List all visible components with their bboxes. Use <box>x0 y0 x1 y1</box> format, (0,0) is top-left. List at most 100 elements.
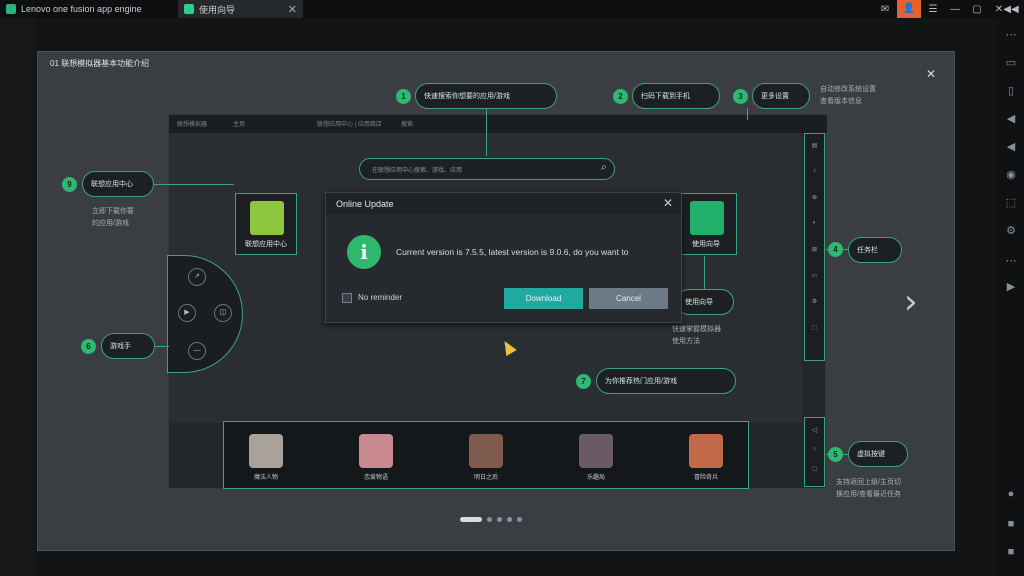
no-reminder-label[interactable]: No reminder <box>358 293 402 302</box>
callout-gamepad: 游戏手 <box>101 333 155 359</box>
callout-number: 5 <box>828 447 843 462</box>
guide-title: 01 联想模拟器基本功能介绍 <box>50 59 150 68</box>
no-reminder-checkbox[interactable] <box>342 293 352 303</box>
connector-line <box>154 184 234 185</box>
maximize-icon[interactable]: ▢ <box>966 4 988 15</box>
dialog-title: Online Update <box>336 199 394 209</box>
page-dot-active[interactable] <box>460 517 482 522</box>
game-item[interactable]: 恋爱物语 <box>346 434 406 481</box>
right-sidebar: ⋯ ▭ ▯ ◀ ◀ ◉ ⬚ ⚙ ⋯ ▶ ● ■ ■ <box>998 18 1024 576</box>
preview-search-placeholder: 在联想应用中心搜索、游戏、应用 <box>372 168 463 174</box>
dialog-close-icon[interactable]: ✕ <box>663 196 673 210</box>
preview-nav-keys: ◁ ○ □ <box>804 417 825 487</box>
guide-tile[interactable]: 使用向导 <box>675 193 737 255</box>
location-icon[interactable]: ⬚ <box>998 196 1024 209</box>
minimize-icon[interactable]: — <box>944 4 966 15</box>
cancel-button[interactable]: Cancel <box>589 288 668 309</box>
app-center-icon <box>250 201 284 235</box>
recents-icon[interactable]: ■ <box>998 546 1024 558</box>
preview-search-input[interactable]: 在联想应用中心搜索、游戏、应用 ⌕ <box>359 158 615 180</box>
callout-guide-desc: 快速掌握模拟器 使用方法 <box>672 326 721 345</box>
back-icon[interactable]: ● <box>998 488 1024 500</box>
app-logo-icon <box>6 4 16 14</box>
user-icon[interactable]: 👤 <box>897 0 921 18</box>
callout-number: 6 <box>81 339 96 354</box>
menu-icon[interactable]: ☰ <box>922 4 944 15</box>
callout-number: 2 <box>613 89 628 104</box>
preview-tabs: 联想模拟器 主页 联想应用中心 | 应用商店 搜索 <box>169 115 827 133</box>
connector-line <box>486 108 487 156</box>
nav-recents-icon[interactable]: □ <box>805 466 824 473</box>
game-item[interactable]: 乐趣局 <box>566 434 626 481</box>
preview-taskbar: ▤ ♪ ⊕ ◐ ⊠ ▭ ⚙ ⬚ <box>804 133 825 361</box>
callout-virtual-keys: 虚拟按键 <box>848 441 908 467</box>
tb-icon-8[interactable]: ⬚ <box>805 324 824 331</box>
app-center-tile[interactable]: 联想应用中心 <box>235 193 297 255</box>
dialog-message: Current version is 7.5.5, latest version… <box>396 247 629 257</box>
page-dot[interactable] <box>487 517 492 522</box>
download-button[interactable]: Download <box>504 288 583 309</box>
callout-search: 快速搜索你想要的应用/游戏 <box>415 83 557 109</box>
preview-tab-2: 主页 <box>233 122 246 128</box>
volume-up-icon[interactable]: ◀ <box>998 140 1024 153</box>
game-thumbnail <box>579 434 613 468</box>
online-update-dialog: Online Update ✕ i Current version is 7.5… <box>325 192 682 323</box>
tb-icon-2[interactable]: ♪ <box>805 168 824 174</box>
page-dot[interactable] <box>517 517 522 522</box>
tb-icon-1[interactable]: ▤ <box>805 142 824 149</box>
device-icon[interactable]: ◀ <box>998 112 1024 125</box>
nav-back-icon[interactable]: ◁ <box>805 426 824 434</box>
page-indicator <box>460 517 522 522</box>
callout-recommend: 为你推荐热门应用/游戏 <box>596 368 736 394</box>
gamepad-key-icon: ↗ <box>188 268 206 286</box>
callout-number: 9 <box>62 177 77 192</box>
tb-icon-4[interactable]: ◐ <box>805 220 824 226</box>
game-thumbnail <box>249 434 283 468</box>
connector-line <box>704 256 705 290</box>
settings-icon[interactable]: ⋯ <box>998 254 1024 267</box>
callout-number: 3 <box>733 89 748 104</box>
tab-app-engine[interactable]: Lenovo one fusion app engine <box>0 0 178 18</box>
game-label: 魔法人物 <box>253 475 278 481</box>
next-page-arrow-icon[interactable]: › <box>904 282 918 322</box>
volume-down-icon[interactable]: ◉ <box>998 168 1024 181</box>
folder-icon[interactable]: ⚙ <box>998 224 1024 237</box>
callout-settings: 更多设置 <box>752 83 810 109</box>
preview-tab-4: 搜索 <box>401 122 414 128</box>
title-bar: Lenovo one fusion app engine 使用向导 ✕ <box>0 0 1024 18</box>
keyboard-icon[interactable]: ▭ <box>998 56 1024 69</box>
left-margin <box>0 18 36 576</box>
more-icon[interactable]: ⋯ <box>998 28 1024 41</box>
game-item[interactable]: 冒险奇兵 <box>676 434 736 481</box>
more-dots-icon[interactable]: ▶ <box>998 280 1024 293</box>
screen-icon[interactable]: ▯ <box>998 84 1024 97</box>
game-item[interactable]: 魔法人物 <box>236 434 296 481</box>
page-dot[interactable] <box>497 517 502 522</box>
tab-close-icon[interactable]: ✕ <box>288 3 297 16</box>
info-icon: i <box>347 235 381 269</box>
app-tab-label: Lenovo one fusion app engine <box>21 4 142 14</box>
callout-virtual-keys-desc: 支持返回上级/主页切 换应用/查看最近任务 <box>836 479 901 498</box>
search-icon[interactable]: ⌕ <box>600 162 606 173</box>
collapse-icon[interactable]: ◀◀ <box>1000 4 1022 15</box>
tb-icon-7[interactable]: ⚙ <box>805 298 824 305</box>
gamepad-key-icon: ◫ <box>214 304 232 322</box>
question-icon <box>690 201 724 235</box>
game-item[interactable]: 明日之后 <box>456 434 516 481</box>
guide-tile-label: 使用向导 <box>692 241 720 248</box>
window-controls: ✉ <box>874 0 896 18</box>
game-thumbnail <box>469 434 503 468</box>
tb-icon-3[interactable]: ⊕ <box>805 194 824 201</box>
home-icon[interactable]: ■ <box>998 518 1024 530</box>
connector-line <box>155 346 169 347</box>
page-dot[interactable] <box>507 517 512 522</box>
tb-icon-5[interactable]: ⊠ <box>805 246 824 253</box>
tab-usage-guide[interactable]: 使用向导 ✕ <box>178 0 303 18</box>
guide-tab-label: 使用向导 <box>199 4 236 15</box>
tb-icon-6[interactable]: ▭ <box>805 272 824 279</box>
guide-close-icon[interactable]: ✕ <box>926 67 936 81</box>
game-thumbnail <box>359 434 393 468</box>
callout-app-center: 联想应用中心 <box>82 171 154 197</box>
nav-home-icon[interactable]: ○ <box>805 446 824 453</box>
mail-icon[interactable]: ✉ <box>874 4 896 15</box>
